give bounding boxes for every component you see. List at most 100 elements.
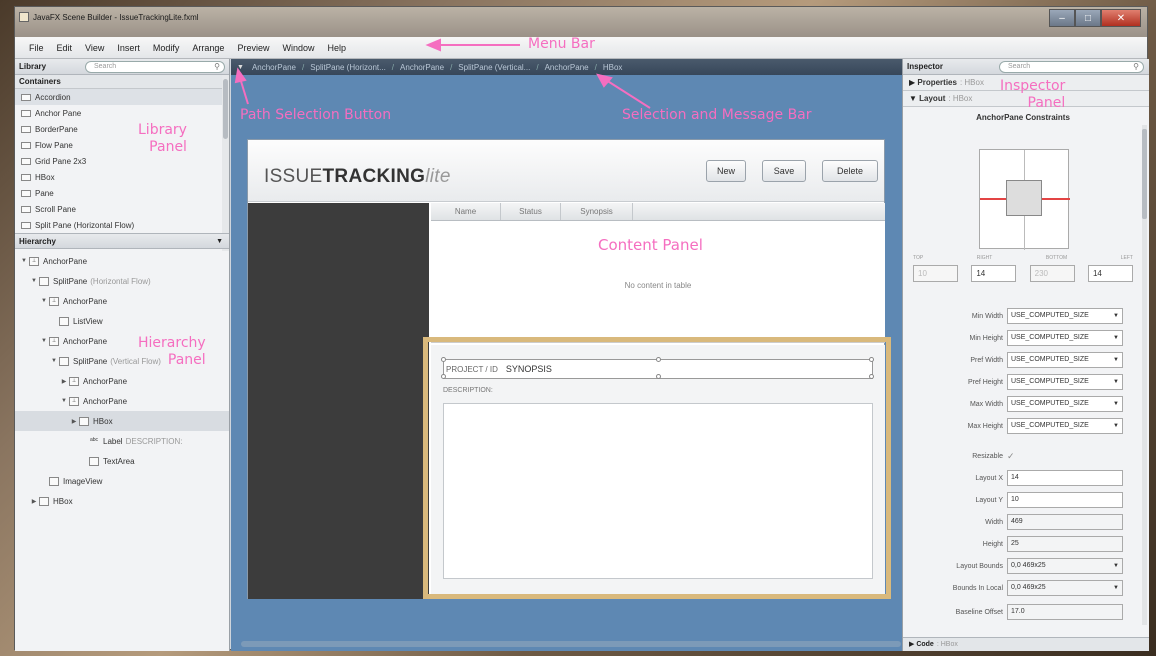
tree-item[interactable]: ImageView <box>15 471 229 491</box>
menu-file[interactable]: File <box>29 43 44 53</box>
description-textarea[interactable] <box>443 403 873 579</box>
anchor-right-line[interactable] <box>1042 198 1070 200</box>
library-scrollbar[interactable] <box>222 75 229 251</box>
expand-arrow-icon[interactable]: ▼ <box>39 338 49 344</box>
issue-detail-pane[interactable]: PROJECT / ID SYNOPSIS DESCRIPTION: <box>423 337 891 599</box>
breadcrumb[interactable]: SplitPane (Vertical... <box>458 63 530 72</box>
resizable-checkbox[interactable]: ✓ <box>1007 451 1015 462</box>
menu-arrange[interactable]: Arrange <box>192 43 224 53</box>
collapse-arrow-icon[interactable]: ▶ <box>29 498 39 505</box>
breadcrumb[interactable]: HBox <box>603 63 623 72</box>
library-item[interactable]: Anchor Pane <box>15 105 229 121</box>
delete-button[interactable]: Delete <box>822 160 878 182</box>
scrollbar-thumb[interactable] <box>1142 129 1147 219</box>
expand-arrow-icon[interactable]: ▼ <box>29 278 39 284</box>
issue-table[interactable]: Name Status Synopsis No content in table <box>431 203 885 343</box>
menu-view[interactable]: View <box>85 43 104 53</box>
collapse-arrow-icon[interactable]: ▶ <box>59 378 69 385</box>
tree-item[interactable]: ▼ SplitPane (Horizontal Flow) <box>15 271 229 291</box>
design-document[interactable]: ISSUETRACKINGlite New Save Delete Name S… <box>247 139 891 599</box>
tree-item[interactable]: ▼ ⊥ AnchorPane <box>15 291 229 311</box>
column-status[interactable]: Status <box>501 203 561 220</box>
column-name[interactable]: Name <box>431 203 501 220</box>
layout-bounds-select[interactable]: 0,0 469x25 ▼ <box>1007 558 1123 574</box>
tree-item[interactable]: ▼ ⊥ AnchorPane <box>15 251 229 271</box>
project-list-pane[interactable] <box>248 203 429 599</box>
anchor-left-line[interactable] <box>980 198 1006 200</box>
max-width-select[interactable]: USE_COMPUTED_SIZE ▼ <box>1007 396 1123 412</box>
pref-width-select[interactable]: USE_COMPUTED_SIZE ▼ <box>1007 352 1123 368</box>
synopsis-field[interactable]: SYNOPSIS <box>506 364 552 374</box>
tree-item[interactable]: TextArea <box>15 451 229 471</box>
save-button[interactable]: Save <box>762 160 806 182</box>
library-section-containers[interactable]: Containers <box>15 75 229 89</box>
path-selection-button[interactable]: ▼ <box>237 64 244 71</box>
tree-item[interactable]: ▶ ⊥ AnchorPane <box>15 371 229 391</box>
anchor-bottom-line[interactable] <box>1024 216 1025 250</box>
right-anchor-field[interactable]: 14 <box>971 265 1017 282</box>
tree-item[interactable]: abc Label DESCRIPTION: <box>15 431 229 451</box>
menu-window[interactable]: Window <box>282 43 314 53</box>
tree-item[interactable]: ▼ ⊥ AnchorPane <box>15 391 229 411</box>
prop-label: Layout X <box>975 474 1003 482</box>
close-button[interactable]: ✕ <box>1101 9 1141 27</box>
resize-handle[interactable] <box>656 374 661 379</box>
library-item[interactable]: Scroll Pane <box>15 201 229 217</box>
layout-y-field[interactable]: 10 <box>1007 492 1123 508</box>
library-item[interactable]: Split Pane (Horizontal Flow) <box>15 217 229 233</box>
breadcrumb[interactable]: AnchorPane <box>545 63 589 72</box>
library-item[interactable]: Flow Pane <box>15 137 229 153</box>
library-search-input[interactable]: Search ⚲ <box>85 61 225 73</box>
breadcrumb[interactable]: AnchorPane <box>400 63 444 72</box>
tree-item[interactable]: ListView <box>15 311 229 331</box>
resize-handle[interactable] <box>869 357 874 362</box>
anchor-top-line[interactable] <box>1024 150 1025 180</box>
resize-handle[interactable] <box>656 357 661 362</box>
resize-handle[interactable] <box>869 374 874 379</box>
top-anchor-field[interactable]: 10 <box>913 265 958 282</box>
tree-item-selected[interactable]: ▶ HBox <box>15 411 229 431</box>
pref-height-select[interactable]: USE_COMPUTED_SIZE ▼ <box>1007 374 1123 390</box>
minimize-button[interactable]: – <box>1049 9 1075 27</box>
min-height-select[interactable]: USE_COMPUTED_SIZE ▼ <box>1007 330 1123 346</box>
tree-item[interactable]: ▶ HBox <box>15 491 229 511</box>
resize-handle[interactable] <box>441 357 446 362</box>
bounds-in-local-select[interactable]: 0,0 469x25 ▼ <box>1007 580 1123 596</box>
chevron-down-icon[interactable]: ▼ <box>216 234 223 249</box>
layout-x-field[interactable]: 14 <box>1007 470 1123 486</box>
resize-handle[interactable] <box>441 374 446 379</box>
library-item[interactable]: Pane <box>15 185 229 201</box>
menu-edit[interactable]: Edit <box>57 43 73 53</box>
content-canvas[interactable]: ▼ AnchorPane / SplitPane (Horizont... / An… <box>231 59 911 651</box>
library-item[interactable]: HBox <box>15 169 229 185</box>
anchor-constraints-widget[interactable] <box>979 149 1070 250</box>
left-anchor-field[interactable]: 14 <box>1087 265 1133 282</box>
min-width-select[interactable]: USE_COMPUTED_SIZE ▼ <box>1007 308 1123 324</box>
menu-preview[interactable]: Preview <box>237 43 269 53</box>
expand-arrow-icon[interactable]: ▼ <box>59 398 69 404</box>
expand-arrow-icon[interactable]: ▼ <box>19 258 29 264</box>
code-section[interactable]: ▶ Code: HBox <box>903 637 1149 651</box>
new-button[interactable]: New <box>706 160 746 182</box>
library-item[interactable]: Grid Pane 2x3 <box>15 153 229 169</box>
scrollbar-thumb[interactable] <box>223 79 228 139</box>
left-label: LEFT <box>1120 255 1133 261</box>
column-synopsis[interactable]: Synopsis <box>561 203 633 220</box>
selected-hbox[interactable]: PROJECT / ID SYNOPSIS <box>441 357 874 379</box>
maximize-button[interactable]: □ <box>1075 9 1101 27</box>
menu-modify[interactable]: Modify <box>153 43 180 53</box>
inspector-search-input[interactable]: Search ⚲ <box>999 61 1144 73</box>
expand-arrow-icon[interactable]: ▼ <box>39 298 49 304</box>
collapse-arrow-icon[interactable]: ▶ <box>69 418 79 425</box>
canvas-horizontal-scrollbar[interactable] <box>241 641 901 647</box>
menu-insert[interactable]: Insert <box>117 43 140 53</box>
library-item[interactable]: BorderPane <box>15 121 229 137</box>
inspector-scrollbar[interactable] <box>1142 125 1147 625</box>
breadcrumb[interactable]: SplitPane (Horizont... <box>310 63 386 72</box>
library-item[interactable]: Accordion <box>15 89 229 105</box>
menu-help[interactable]: Help <box>327 43 346 53</box>
breadcrumb[interactable]: AnchorPane <box>252 63 296 72</box>
expand-arrow-icon[interactable]: ▼ <box>49 358 59 364</box>
max-height-select[interactable]: USE_COMPUTED_SIZE ▼ <box>1007 418 1123 434</box>
bottom-anchor-field[interactable]: 230 <box>1029 265 1075 282</box>
